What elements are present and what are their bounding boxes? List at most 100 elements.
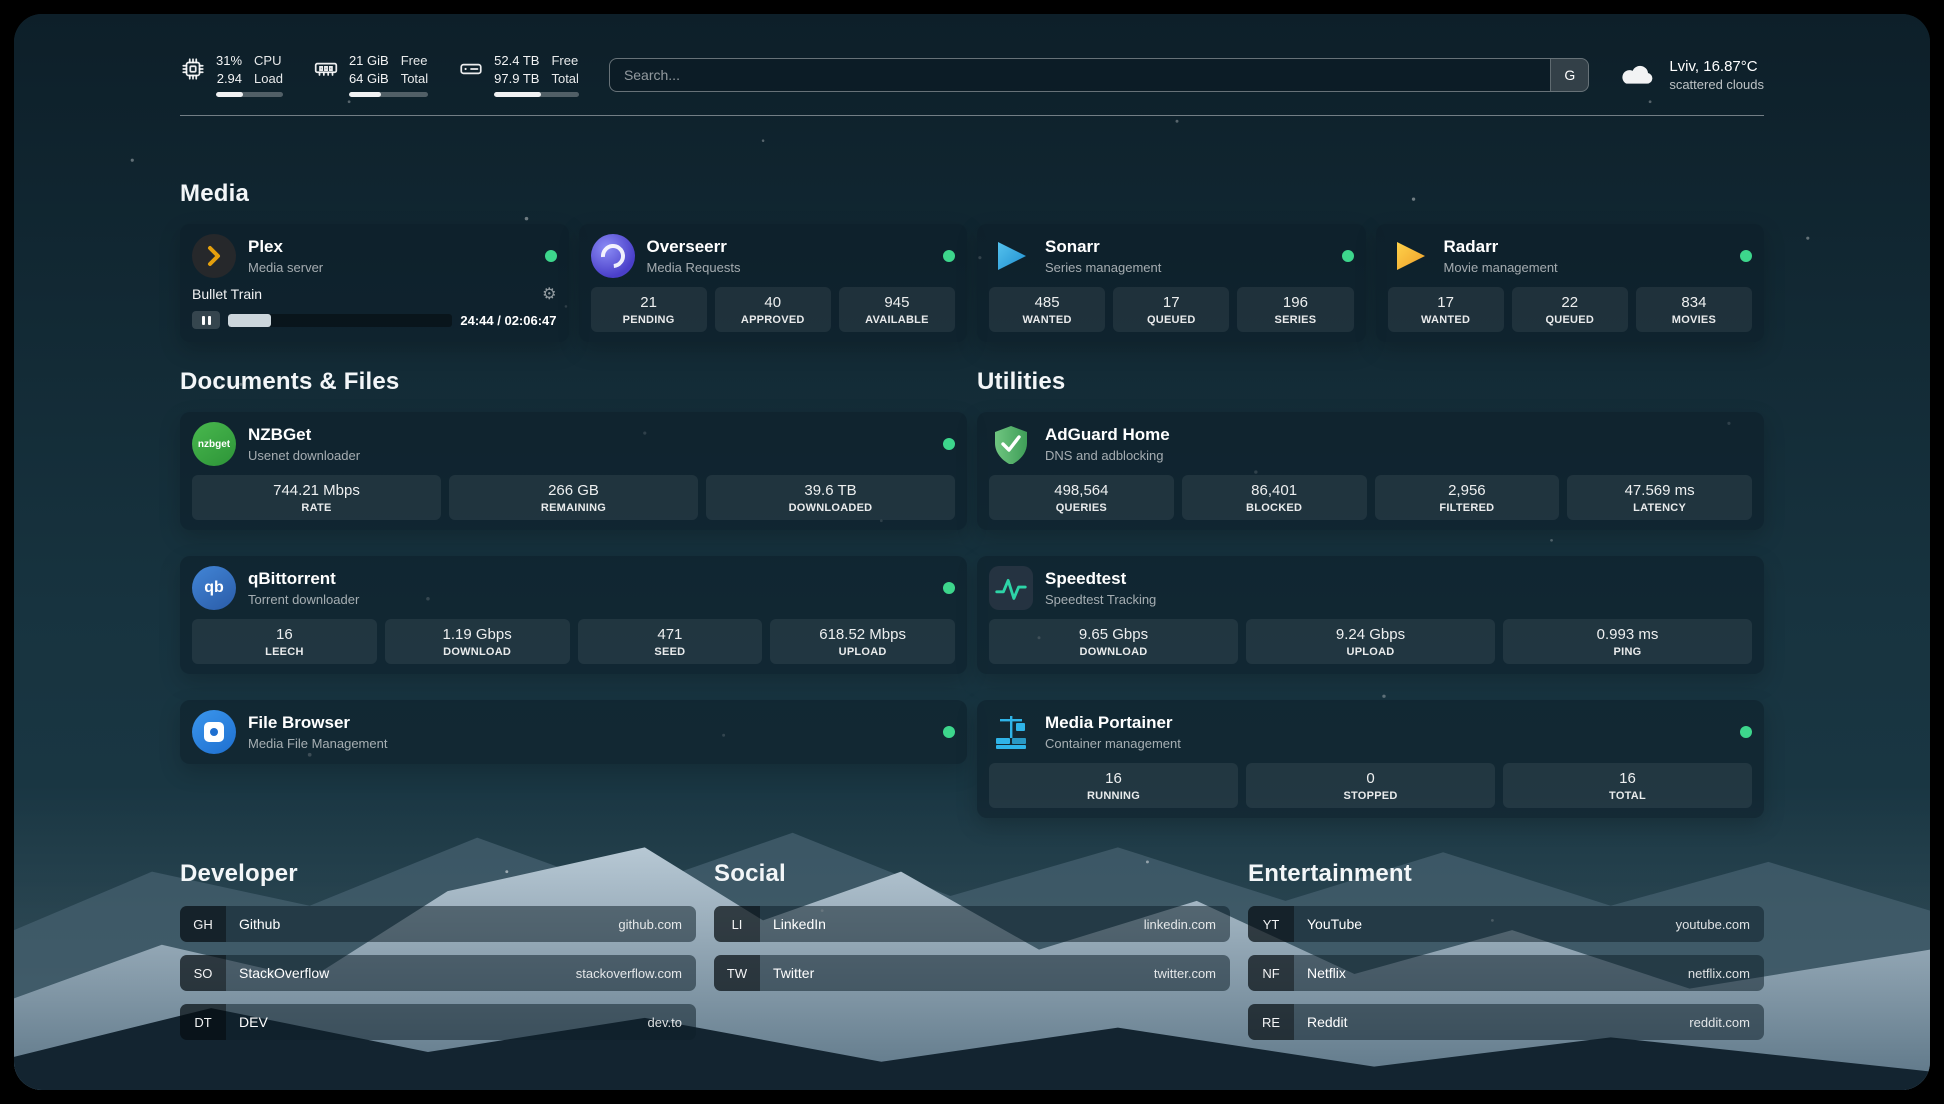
bookmark-abbr: NF — [1248, 955, 1294, 991]
service-subtitle: Container management — [1045, 736, 1181, 751]
service-card-overseerr[interactable]: Overseerr Media Requests 21 PENDING 40 A… — [579, 224, 968, 342]
service-stats: 498,564 QUERIES 86,401 BLOCKED 2,956 FIL… — [989, 475, 1752, 520]
bookmark-url: linkedin.com — [1144, 917, 1216, 932]
qbittorrent-icon: qb — [192, 566, 236, 610]
stat-label: SEED — [582, 646, 759, 658]
media-section-title: Media — [180, 180, 1764, 208]
bookmark-url: stackoverflow.com — [576, 966, 682, 981]
media-cards: Plex Media server Bullet Train ⚙ 24:44 /… — [180, 224, 1764, 342]
bookmark-url: twitter.com — [1154, 966, 1216, 981]
stat-rate: 744.21 Mbps RATE — [192, 475, 441, 520]
stat-label: AVAILABLE — [843, 314, 951, 326]
service-titles: NZBGet Usenet downloader — [248, 425, 360, 463]
weather-widget: Lviv, 16.87°C scattered clouds — [1619, 57, 1764, 92]
stat-running: 16 RUNNING — [989, 763, 1238, 808]
stat-filtered: 2,956 FILTERED — [1375, 475, 1560, 520]
resource-label: CPU — [254, 52, 283, 70]
stat-value: 22 — [1516, 294, 1624, 311]
bookmark-stackoverflow[interactable]: SO StackOverflow stackoverflow.com — [180, 955, 696, 991]
stat-label: TOTAL — [1507, 790, 1748, 802]
stat-label: FILTERED — [1379, 502, 1556, 514]
dashboard-window: 31%2.94 CPULoad 21 GiB64 GiB FreeTotal 5… — [14, 14, 1930, 1090]
service-stats: 485 WANTED 17 QUEUED 196 SERIES — [989, 287, 1354, 332]
stat-movies: 834 MOVIES — [1636, 287, 1752, 332]
service-card-qbittorrent[interactable]: qb qBittorrent Torrent downloader 16 LEE… — [180, 556, 967, 674]
now-playing: Bullet Train ⚙ 24:44 / 02:06:47 — [192, 284, 557, 329]
bookmark-github[interactable]: GH Github github.com — [180, 906, 696, 942]
resource-label: Load — [254, 70, 283, 88]
stat-label: REMAINING — [453, 502, 694, 514]
stat-total: 16 TOTAL — [1503, 763, 1752, 808]
bookmark-abbr: SO — [180, 955, 226, 991]
search-input[interactable] — [610, 59, 1550, 91]
documents-section-title: Documents & Files — [180, 368, 967, 396]
service-name: Overseerr — [647, 237, 741, 257]
service-card-plex[interactable]: Plex Media server Bullet Train ⚙ 24:44 /… — [180, 224, 569, 342]
bookmark-netflix[interactable]: NF Netflix netflix.com — [1248, 955, 1764, 991]
weather-condition: scattered clouds — [1669, 77, 1764, 92]
bookmark-name: DEV — [239, 1014, 268, 1030]
stat-value: 485 — [993, 294, 1101, 311]
service-card-portainer[interactable]: Media Portainer Container management 16 … — [977, 700, 1764, 818]
service-titles: File Browser Media File Management — [248, 713, 387, 751]
bookmark-reddit[interactable]: RE Reddit reddit.com — [1248, 1004, 1764, 1040]
bookmark-list: YT YouTube youtube.com NF Netflix netfli… — [1248, 906, 1764, 1040]
bookmark-name: LinkedIn — [773, 916, 826, 932]
service-card-radarr[interactable]: Radarr Movie management 17 WANTED 22 QUE… — [1376, 224, 1765, 342]
plex-icon — [192, 234, 236, 278]
portainer-icon — [989, 710, 1033, 754]
bookmark-twitter[interactable]: TW Twitter twitter.com — [714, 955, 1230, 991]
section-documents: Documents & Files nzbget NZBGet Usenet d… — [180, 368, 967, 764]
settings-gear-icon[interactable]: ⚙ — [542, 284, 556, 304]
playback-time: 24:44 / 02:06:47 — [460, 313, 556, 328]
sonarr-icon — [989, 234, 1033, 278]
service-card-nzbget[interactable]: nzbget NZBGet Usenet downloader 744.21 M… — [180, 412, 967, 530]
bookmark-linkedin[interactable]: LI LinkedIn linkedin.com — [714, 906, 1230, 942]
stat-value: 9.65 Gbps — [993, 626, 1234, 643]
service-titles: Plex Media server — [248, 237, 323, 275]
service-titles: AdGuard Home DNS and adblocking — [1045, 425, 1170, 463]
resource-value: 31% — [216, 52, 242, 70]
stat-value: 17 — [1117, 294, 1225, 311]
stat-label: PING — [1507, 646, 1748, 658]
cloud-icon — [1619, 62, 1657, 88]
service-card-header: Sonarr Series management — [989, 234, 1354, 278]
service-card-filebrowser[interactable]: File Browser Media File Management — [180, 700, 967, 764]
stat-value: 16 — [1507, 770, 1748, 787]
service-subtitle: Movie management — [1444, 260, 1558, 275]
bookmark-url: github.com — [618, 917, 682, 932]
adguard-icon — [989, 422, 1033, 466]
bookmark-url: netflix.com — [1688, 966, 1750, 981]
service-name: File Browser — [248, 713, 387, 733]
pause-button[interactable] — [192, 311, 220, 329]
bookmark-name: StackOverflow — [239, 965, 329, 981]
stat-series: 196 SERIES — [1237, 287, 1353, 332]
stat-value: 834 — [1640, 294, 1748, 311]
service-name: AdGuard Home — [1045, 425, 1170, 445]
bookmark-dev[interactable]: DT DEV dev.to — [180, 1004, 696, 1040]
bookmark-group-social: Social LI LinkedIn linkedin.com TW Twitt… — [714, 860, 1230, 991]
service-stats: 744.21 Mbps RATE 266 GB REMAINING 39.6 T… — [192, 475, 955, 520]
stat-label: QUEUED — [1516, 314, 1624, 326]
service-card-speedtest[interactable]: Speedtest Speedtest Tracking 9.65 Gbps D… — [977, 556, 1764, 674]
service-card-adguard[interactable]: AdGuard Home DNS and adblocking 498,564 … — [977, 412, 1764, 530]
stat-label: DOWNLOAD — [389, 646, 566, 658]
stat-label: STOPPED — [1250, 790, 1491, 802]
service-subtitle: Usenet downloader — [248, 448, 360, 463]
bookmark-youtube[interactable]: YT YouTube youtube.com — [1248, 906, 1764, 942]
overseerr-icon — [591, 234, 635, 278]
status-online-dot — [943, 438, 955, 450]
service-stats: 21 PENDING 40 APPROVED 945 AVAILABLE — [591, 287, 956, 332]
stat-value: 39.6 TB — [710, 482, 951, 499]
stat-value: 0.993 ms — [1507, 626, 1748, 643]
service-name: Plex — [248, 237, 323, 257]
resource-readout: 21 GiB64 GiB FreeTotal — [349, 52, 428, 97]
bookmark-name: YouTube — [1307, 916, 1362, 932]
service-subtitle: DNS and adblocking — [1045, 448, 1170, 463]
bookmark-sections: Developer GH Github github.com SO StackO… — [180, 860, 1764, 1040]
service-card-sonarr[interactable]: Sonarr Series management 485 WANTED 17 Q… — [977, 224, 1366, 342]
search-provider-button[interactable]: G — [1550, 59, 1588, 91]
stat-leech: 16 LEECH — [192, 619, 377, 664]
stat-latency: 47.569 ms LATENCY — [1567, 475, 1752, 520]
stat-seed: 471 SEED — [578, 619, 763, 664]
